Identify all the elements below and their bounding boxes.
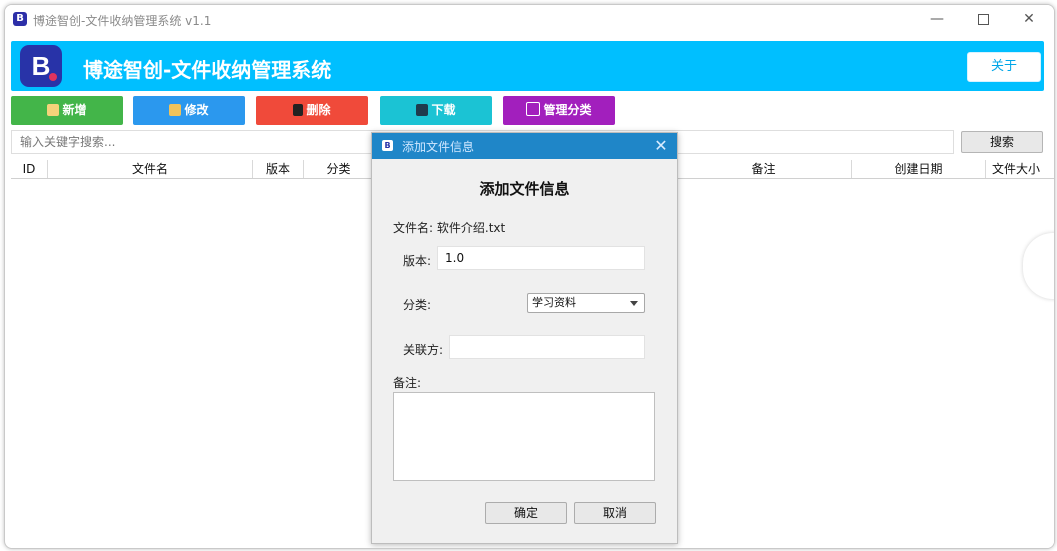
add-file-dialog: B 添加文件信息 ✕ 添加文件信息 文件名: 软件介绍.txt 版本: 分类: … (371, 132, 678, 544)
category-label: 分类: (403, 298, 432, 312)
app-title: 博途智创-文件收纳管理系统 (83, 58, 332, 82)
save-icon (416, 104, 429, 116)
app-icon: B (13, 12, 27, 26)
add-button-label: 新增 (62, 103, 87, 117)
chevron-down-icon (630, 301, 638, 306)
app-window: B 博途智创-文件收纳管理系统 v1.1 — ✕ B 博途智创-文件收纳管理系统… (4, 4, 1055, 549)
column-header-note[interactable]: 备注 (676, 160, 852, 178)
note-textarea[interactable] (393, 392, 655, 481)
app-logo: B (20, 45, 62, 87)
edit-note-icon (47, 104, 60, 116)
search-button[interactable]: 搜索 (961, 131, 1043, 153)
column-header-filename[interactable]: 文件名 (48, 160, 253, 178)
dialog-app-icon: B (382, 140, 393, 151)
column-header-created-date[interactable]: 创建日期 (852, 160, 986, 178)
delete-button-label: 删除 (306, 103, 331, 117)
folder-icon (169, 104, 182, 116)
trash-icon (293, 104, 304, 116)
column-header-file-size[interactable]: 文件大小 (986, 160, 1046, 178)
delete-button[interactable]: 删除 (256, 96, 368, 125)
add-button[interactable]: 新增 (11, 96, 123, 125)
dialog-close-button[interactable]: ✕ (651, 136, 671, 156)
manage-category-button[interactable]: 管理分类 (503, 96, 615, 125)
cancel-button[interactable]: 取消 (574, 502, 656, 524)
maximize-button[interactable] (960, 5, 1006, 33)
manage-category-label: 管理分类 (543, 103, 592, 117)
related-party-label: 关联方: (403, 343, 444, 357)
download-button-label: 下载 (431, 103, 456, 117)
maximize-icon (977, 13, 989, 25)
dialog-title-bar: B 添加文件信息 ✕ (372, 133, 677, 159)
about-button[interactable]: 关于 (967, 52, 1041, 82)
version-input[interactable] (437, 246, 645, 270)
edit-button[interactable]: 修改 (133, 96, 245, 125)
close-button[interactable]: ✕ (1006, 5, 1052, 33)
logo-dot (49, 73, 57, 81)
window-title: 博途智创-文件收纳管理系统 v1.1 (33, 14, 212, 28)
confirm-button[interactable]: 确定 (485, 502, 567, 524)
column-header-id[interactable]: ID (11, 160, 48, 178)
column-header-version[interactable]: 版本 (253, 160, 304, 178)
related-party-input[interactable] (449, 335, 645, 359)
filename-label-text: 文件名: (393, 221, 434, 235)
category-icon (526, 102, 541, 116)
title-bar: B 博途智创-文件收纳管理系统 v1.1 — ✕ (5, 5, 1054, 33)
dialog-heading: 添加文件信息 (479, 180, 570, 198)
note-label: 备注: (393, 376, 422, 390)
app-header: B 博途智创-文件收纳管理系统 关于 (11, 41, 1044, 91)
download-button[interactable]: 下载 (380, 96, 492, 125)
minimize-button[interactable]: — (914, 5, 960, 33)
filename-value: 软件介绍.txt (436, 221, 506, 235)
category-select[interactable]: 学习资料 (527, 293, 645, 313)
column-header-category[interactable]: 分类 (304, 160, 374, 178)
logo-letter: B (31, 51, 51, 81)
category-select-value: 学习资料 (532, 296, 576, 309)
version-label: 版本: (403, 254, 432, 268)
filename-label: 文件名: 软件介绍.txt (393, 219, 505, 236)
edit-button-label: 修改 (184, 103, 209, 117)
dialog-title: 添加文件信息 (402, 140, 475, 154)
